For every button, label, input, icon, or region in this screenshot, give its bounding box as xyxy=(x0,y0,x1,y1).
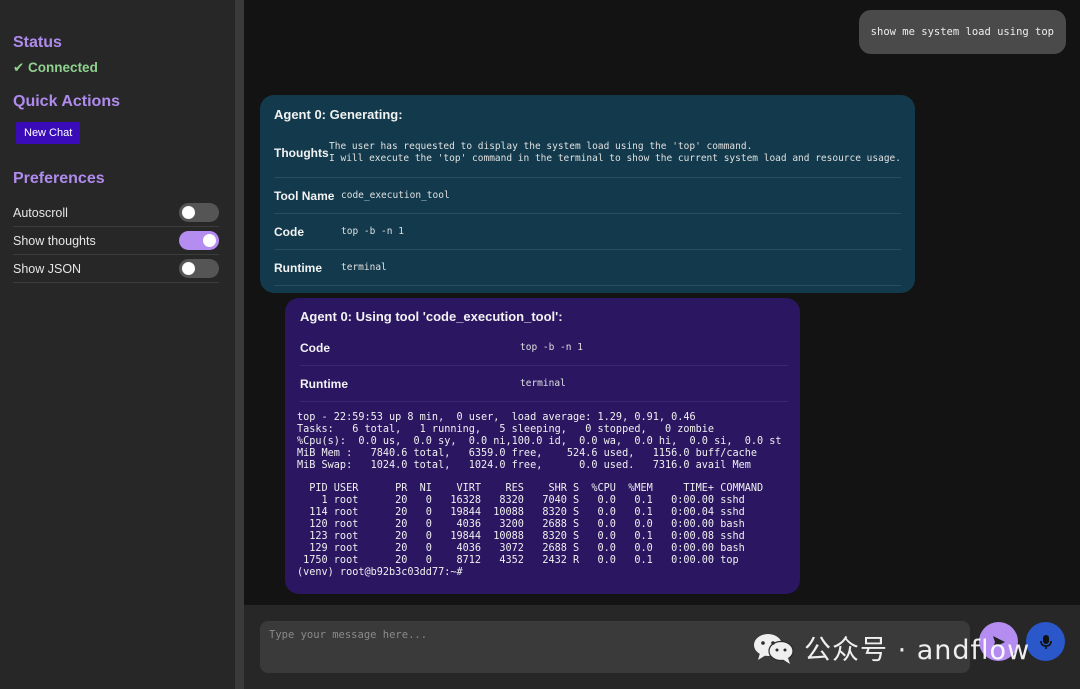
agent-tool-card: Agent 0: Using tool 'code_execution_tool… xyxy=(285,298,800,594)
status-heading: Status xyxy=(13,34,62,51)
show-json-toggle[interactable] xyxy=(179,259,219,278)
pref-label-autoscroll: Autoscroll xyxy=(13,205,68,220)
kv-row-runtime: Runtime terminal xyxy=(274,250,901,286)
message-input[interactable] xyxy=(260,621,970,673)
terminal-output: top - 22:59:53 up 8 min, 0 user, load av… xyxy=(297,412,782,578)
new-chat-button[interactable]: New Chat xyxy=(16,122,81,144)
kv-key: Runtime xyxy=(274,260,322,275)
kv-value: top -b -n 1 xyxy=(341,225,404,237)
kv-value: top -b -n 1 xyxy=(520,341,583,353)
kv-key: Code xyxy=(300,340,330,355)
kv-value: terminal xyxy=(341,261,387,273)
send-button[interactable] xyxy=(979,622,1018,661)
pref-row-show-thoughts: Show thoughts xyxy=(13,227,219,255)
user-message: show me system load using top xyxy=(858,10,1066,54)
kv-key: Code xyxy=(274,224,304,239)
generating-card-title: Agent 0: Generating: xyxy=(274,107,403,122)
kv-key: Thoughts xyxy=(274,145,329,160)
kv-row-code: Code top -b -n 1 xyxy=(300,330,788,366)
kv-value: code_execution_tool xyxy=(341,189,450,201)
quick-actions-heading: Quick Actions xyxy=(13,93,120,110)
kv-row-code: Code top -b -n 1 xyxy=(274,214,901,250)
preferences-heading: Preferences xyxy=(13,170,105,187)
send-icon xyxy=(992,635,1005,648)
toggle-knob xyxy=(203,234,216,247)
kv-key: Tool Name xyxy=(274,188,335,203)
pref-label-show-thoughts: Show thoughts xyxy=(13,233,96,248)
sidebar-resize-handle[interactable] xyxy=(235,0,244,689)
input-area xyxy=(244,605,1080,689)
toggle-knob xyxy=(182,206,195,219)
preferences-list: Autoscroll Show thoughts Show JSON xyxy=(13,199,219,283)
agent-generating-card: Agent 0: Generating: Thoughts The user h… xyxy=(260,95,915,293)
microphone-button[interactable] xyxy=(1026,622,1065,661)
pref-label-show-json: Show JSON xyxy=(13,261,82,276)
pref-row-show-json: Show JSON xyxy=(13,255,219,283)
sidebar: Status ✔ Connected Quick Actions New Cha… xyxy=(0,0,235,689)
show-thoughts-toggle[interactable] xyxy=(179,231,219,250)
tool-kv-table: Code top -b -n 1 Runtime terminal xyxy=(300,330,788,402)
kv-row-tool-name: Tool Name code_execution_tool xyxy=(274,178,901,214)
generating-kv-table: Thoughts The user has requested to displ… xyxy=(274,128,901,286)
tool-card-title: Agent 0: Using tool 'code_execution_tool… xyxy=(300,309,563,324)
connection-status: ✔ Connected xyxy=(13,60,98,75)
kv-value: The user has requested to display the sy… xyxy=(329,140,901,164)
chat-history: show me system load using top Agent 0: G… xyxy=(244,0,1080,605)
kv-value: terminal xyxy=(520,377,566,389)
kv-row-thoughts: Thoughts The user has requested to displ… xyxy=(274,128,901,178)
toggle-knob xyxy=(182,262,195,275)
kv-key: Runtime xyxy=(300,376,348,391)
microphone-icon xyxy=(1039,634,1052,649)
kv-row-runtime: Runtime terminal xyxy=(300,366,788,402)
autoscroll-toggle[interactable] xyxy=(179,203,219,222)
pref-row-autoscroll: Autoscroll xyxy=(13,199,219,227)
